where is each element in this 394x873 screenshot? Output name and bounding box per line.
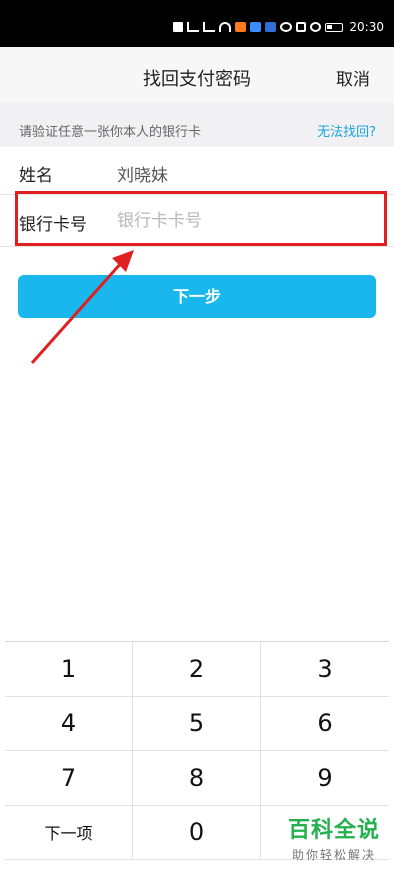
key-7[interactable]: 7 xyxy=(5,751,133,806)
watermark-subtitle: 助你轻松解决 xyxy=(291,848,376,862)
key-1[interactable]: 1 xyxy=(5,642,133,697)
watermark-title: 百科全说 xyxy=(287,818,380,843)
key-0[interactable]: 0 xyxy=(133,805,261,860)
key-6[interactable]: 6 xyxy=(261,697,389,751)
watermark-logo: 百科全说 助你轻松解决 xyxy=(288,812,380,863)
key-2[interactable]: 2 xyxy=(133,642,261,697)
key-3[interactable]: 3 xyxy=(261,642,389,697)
key-9[interactable]: 9 xyxy=(261,751,389,806)
key-4[interactable]: 4 xyxy=(5,696,133,751)
key-8[interactable]: 8 xyxy=(133,751,261,806)
arrow-line xyxy=(30,261,124,364)
key-5[interactable]: 5 xyxy=(133,696,261,751)
key-next-field[interactable]: 下一项 xyxy=(5,805,133,860)
